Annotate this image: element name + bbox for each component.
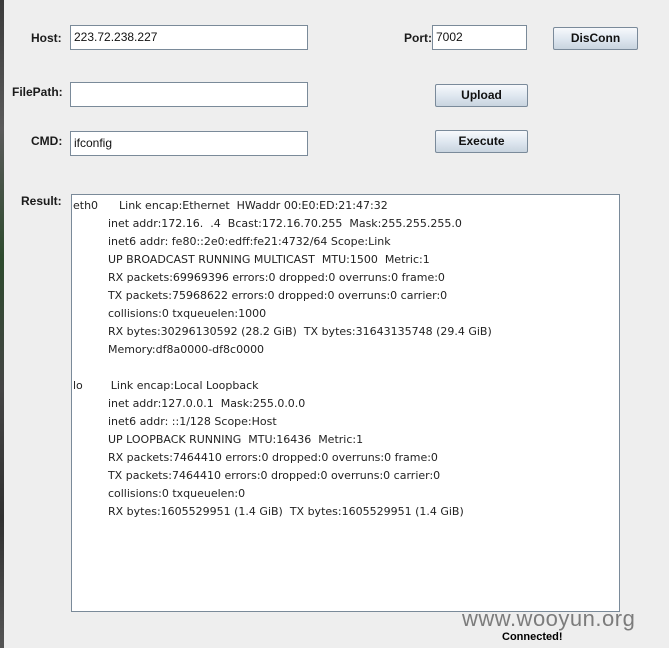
- window-left-edge: [0, 0, 4, 648]
- host-input[interactable]: 223.72.238.227: [70, 25, 308, 50]
- cmd-label: CMD:: [31, 134, 63, 148]
- watermark-text: www.wooyun.org: [462, 606, 636, 631]
- cmd-input[interactable]: ifconfig: [70, 131, 308, 156]
- port-label: Port:: [404, 31, 432, 45]
- filepath-input[interactable]: [70, 82, 308, 107]
- connection-status: Connected!: [502, 631, 563, 643]
- result-output: eth0 Link encap:Ethernet HWaddr 00:E0:ED…: [73, 199, 492, 518]
- result-label: Result:: [21, 194, 62, 208]
- disconnect-button[interactable]: DisConn: [553, 27, 638, 50]
- result-textarea[interactable]: eth0 Link encap:Ethernet HWaddr 00:E0:ED…: [71, 194, 620, 612]
- port-input[interactable]: 7002: [432, 25, 527, 50]
- filepath-label: FilePath:: [12, 85, 63, 99]
- execute-button[interactable]: Execute: [435, 130, 528, 153]
- upload-button[interactable]: Upload: [435, 84, 528, 107]
- host-label: Host:: [31, 31, 62, 45]
